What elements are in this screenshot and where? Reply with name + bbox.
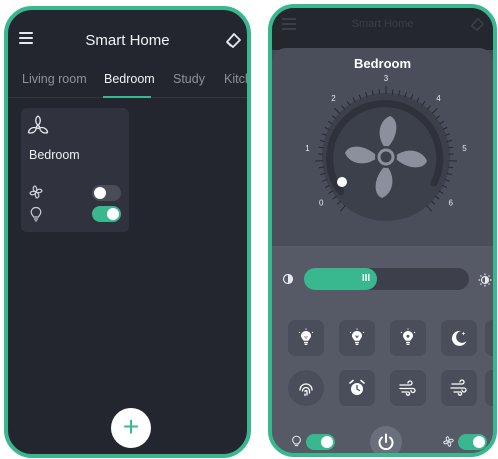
fan-icon [29,185,43,199]
dial-tick [435,115,441,120]
speed-label: 2 [331,94,336,103]
dial-tick [328,190,334,194]
neutral-light-button[interactable] [339,320,375,356]
more-modes-peek [485,370,493,406]
speed-knob[interactable] [337,177,347,187]
dial-tick [327,120,333,125]
timer-button[interactable] [339,370,375,406]
tab-kitchen[interactable]: Kitch [224,72,247,86]
dial-tick [431,107,438,115]
dial-tick [346,101,351,106]
dial-tick [378,89,381,95]
fan-icon [443,436,454,447]
tab-bedroom[interactable]: Bedroom [104,72,155,86]
dial-tick [416,97,420,103]
room-name: Bedroom [29,148,80,162]
dial-tick [358,94,362,100]
dial-tick [439,120,445,125]
aroma-button[interactable] [288,370,324,406]
dial-tick [324,126,330,130]
speed-label: 4 [436,94,441,103]
moon-icon [451,330,467,346]
dial-tick [438,190,444,194]
footer-light-toggle[interactable] [306,434,335,450]
eraser-icon[interactable] [224,31,242,49]
warm-light-button[interactable]: w [288,320,324,356]
dial-tick [421,101,426,106]
brightness-fill: III [304,268,377,290]
speed-label: 1 [305,144,310,153]
speed-label: 5 [462,144,467,153]
brightness-slider[interactable]: III [304,268,469,290]
dial-tick [336,200,342,205]
night-mode-button[interactable] [441,320,477,356]
natural-wind-button[interactable] [441,370,477,406]
active-tab-indicator [103,96,151,98]
home-screen: Smart Home Living room Bedroom Study Kit… [4,6,251,458]
alarm-icon [349,379,365,395]
wind-icon [450,379,467,396]
dial-tick [426,105,431,110]
power-icon [378,433,394,451]
add-room-button[interactable]: + [111,408,151,448]
speed-label: 3 [384,74,389,83]
fan-icon [27,115,49,134]
bulb-icon [30,206,42,222]
bulb-icon [400,328,416,345]
bulb-icon [349,328,365,345]
dial-tick [442,126,448,130]
app-title: Smart Home [85,32,170,49]
brightness-high-icon [478,273,492,287]
footer-fan-toggle[interactable] [458,434,487,450]
fan-toggle[interactable] [92,185,121,201]
bulb-icon: w [298,328,314,345]
dial-tick [352,97,356,103]
fan-control-screen: Smart Home Bedroom 0123456 III w [268,4,497,457]
speed-label: 0 [319,198,324,207]
room-tabs: Living room Bedroom Study Kitch [8,66,247,98]
dial-tick [442,184,447,188]
power-button[interactable] [370,426,402,453]
light-toggle[interactable] [92,206,121,222]
dial-tick [430,200,436,205]
brightness-low-icon [282,273,294,285]
slider-grip[interactable]: III [361,274,371,284]
fan-speed-dial[interactable]: 0 1 2 3 4 5 6 [272,8,493,248]
speed-label: 6 [448,198,453,207]
dial-tick [339,204,346,212]
wind-icon [399,380,416,396]
dial-tick [426,204,433,212]
wind-mode-button[interactable] [390,370,426,406]
more-modes-peek [485,320,493,356]
app-header: Smart Home [8,10,247,64]
dial-tick [334,107,341,115]
room-card-bedroom[interactable]: Bedroom [21,108,129,232]
dial-tick [341,105,346,110]
tab-study[interactable]: Study [173,72,205,86]
footer-bar [272,416,493,453]
dial-tick [435,195,440,200]
dial-tick [331,115,337,120]
cool-light-button[interactable] [390,320,426,356]
controls-panel: III w [272,246,493,453]
bulb-icon [292,435,301,447]
dial-tick [332,195,337,200]
dial-tick [410,94,414,100]
tab-living-room[interactable]: Living room [22,72,87,86]
dial-tick [391,89,394,95]
dial-tick [325,184,330,188]
fingerprint-icon [299,383,313,397]
